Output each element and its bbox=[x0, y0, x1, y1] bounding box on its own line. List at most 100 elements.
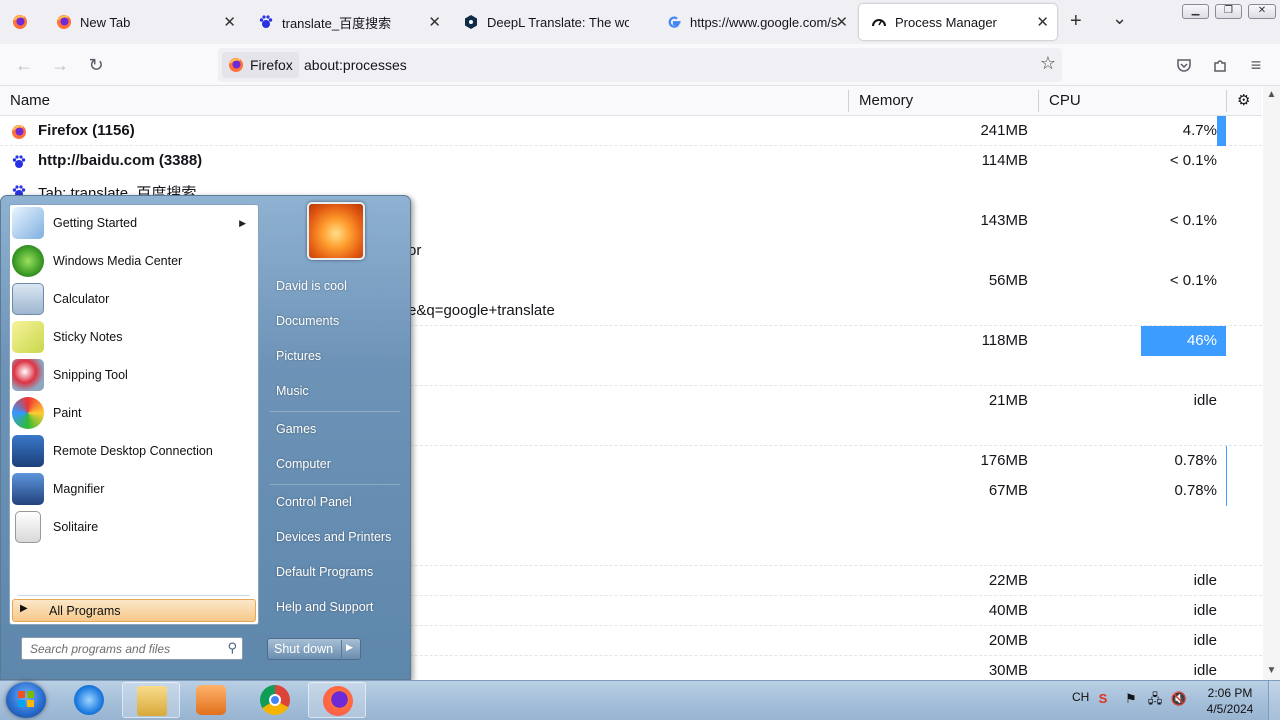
start-link-documents[interactable]: Documents bbox=[276, 314, 339, 328]
action-center-flag-icon[interactable]: ⚑ bbox=[1122, 690, 1140, 708]
start-link-pictures[interactable]: Pictures bbox=[276, 349, 321, 363]
close-window-button[interactable]: ✕ bbox=[1248, 4, 1276, 19]
identity-box[interactable]: Firefox bbox=[222, 52, 299, 78]
tab-new-tab[interactable]: New Tab ✕ bbox=[44, 4, 244, 40]
taskbar-windows-explorer[interactable] bbox=[122, 682, 180, 718]
tab-process-manager[interactable]: Process Manager ✕ bbox=[859, 4, 1057, 40]
start-link-computer[interactable]: Computer bbox=[276, 457, 331, 471]
tab-strip: New Tab ✕ translate_百度搜索 ✕ DeepL Transla… bbox=[0, 0, 1280, 44]
process-memory: 40MB bbox=[988, 602, 1028, 619]
column-divider[interactable] bbox=[1226, 90, 1227, 112]
divider bbox=[270, 484, 400, 485]
program-windows-media-center[interactable]: Windows Media Center bbox=[10, 243, 258, 279]
tab-google[interactable]: https://www.google.com/s ✕ bbox=[654, 4, 854, 40]
close-icon[interactable]: ✕ bbox=[1036, 13, 1049, 31]
start-link-help-support[interactable]: Help and Support bbox=[276, 600, 373, 614]
column-name-header[interactable]: Name bbox=[10, 92, 50, 109]
close-icon[interactable]: ✕ bbox=[835, 13, 848, 31]
extensions-icon[interactable] bbox=[1208, 53, 1232, 77]
start-link-games[interactable]: Games bbox=[276, 422, 316, 436]
pocket-icon[interactable] bbox=[1172, 53, 1196, 77]
divider bbox=[341, 640, 342, 658]
tab-deepl[interactable]: DeepL Translate: The world bbox=[451, 4, 651, 40]
column-divider[interactable] bbox=[1038, 90, 1039, 112]
search-placeholder: Search programs and files bbox=[30, 642, 171, 656]
scroll-down-arrow-icon[interactable]: ▼ bbox=[1265, 664, 1278, 677]
all-programs-label: All Programs bbox=[49, 604, 121, 618]
taskbar-clock[interactable]: 2:06 PM 4/5/2024 bbox=[1198, 685, 1262, 717]
program-snipping-tool[interactable]: Snipping Tool bbox=[10, 357, 258, 393]
process-cpu: idle bbox=[1193, 572, 1217, 589]
scroll-up-arrow-icon[interactable]: ▲ bbox=[1265, 88, 1278, 101]
url-text[interactable]: about:processes bbox=[304, 57, 407, 73]
volume-muted-icon[interactable]: 🔇 bbox=[1170, 690, 1188, 708]
media-center-icon bbox=[12, 245, 44, 277]
process-cpu: idle bbox=[1193, 392, 1217, 409]
program-solitaire[interactable]: Solitaire bbox=[10, 509, 258, 545]
solitaire-icon bbox=[15, 511, 41, 543]
process-memory: 67MB bbox=[988, 482, 1028, 499]
search-programs-input[interactable]: Search programs and files ⚲ bbox=[21, 637, 243, 660]
tab-label: translate_百度搜索 bbox=[282, 15, 392, 31]
language-indicator[interactable]: CH bbox=[1072, 690, 1089, 704]
show-desktop-button[interactable] bbox=[1268, 681, 1280, 720]
address-bar[interactable]: Firefox about:processes ☆ bbox=[218, 48, 1062, 82]
divider bbox=[270, 411, 400, 412]
program-label: Paint bbox=[53, 406, 82, 420]
program-magnifier[interactable]: Magnifier bbox=[10, 471, 258, 507]
taskbar-firefox[interactable] bbox=[308, 682, 366, 718]
forward-arrow-icon[interactable]: → bbox=[48, 53, 72, 77]
minimize-button[interactable]: ▁ bbox=[1182, 4, 1209, 19]
start-link-control-panel[interactable]: Control Panel bbox=[276, 495, 352, 509]
program-remote-desktop-connection[interactable]: Remote Desktop Connection bbox=[10, 433, 258, 469]
shutdown-options-arrow-icon[interactable]: ▶ bbox=[346, 642, 353, 653]
media-player-icon bbox=[196, 685, 226, 715]
tab-baidu[interactable]: translate_百度搜索 ✕ bbox=[246, 4, 449, 40]
menu-icon[interactable]: ≡ bbox=[1244, 53, 1268, 77]
process-name: http://baidu.com (3388) bbox=[38, 152, 203, 169]
taskbar-chrome[interactable] bbox=[246, 682, 304, 718]
windows-explorer-icon bbox=[137, 686, 167, 716]
reload-icon[interactable]: ↻ bbox=[84, 53, 108, 77]
input-method-icon[interactable]: S bbox=[1094, 690, 1112, 708]
network-icon[interactable]: 🖧 bbox=[1146, 690, 1164, 708]
vertical-scrollbar[interactable]: ▲ ▼ bbox=[1263, 86, 1280, 680]
remote-desktop-icon bbox=[12, 435, 44, 467]
process-memory: 22MB bbox=[988, 572, 1028, 589]
start-link-devices-printers[interactable]: Devices and Printers bbox=[276, 530, 391, 544]
back-arrow-icon[interactable]: ← bbox=[12, 53, 36, 77]
column-divider[interactable] bbox=[848, 90, 849, 112]
start-link-user[interactable]: David is cool bbox=[276, 279, 347, 293]
close-icon[interactable]: ✕ bbox=[428, 13, 441, 31]
clock-time: 2:06 PM bbox=[1207, 686, 1253, 700]
settings-gear-icon[interactable]: ⚙ bbox=[1237, 91, 1250, 109]
close-icon[interactable]: ✕ bbox=[223, 13, 236, 31]
new-tab-button[interactable]: + bbox=[1070, 10, 1082, 33]
process-memory: 114MB bbox=[981, 152, 1028, 169]
restore-button[interactable]: ❐ bbox=[1215, 4, 1242, 19]
taskbar-media-player[interactable] bbox=[182, 682, 240, 718]
column-memory-header[interactable]: Memory bbox=[859, 92, 913, 109]
start-link-music[interactable]: Music bbox=[276, 384, 309, 398]
program-label: Solitaire bbox=[53, 520, 99, 534]
program-getting-started[interactable]: Getting Started ▶ bbox=[10, 205, 258, 241]
firefox-view-tab[interactable] bbox=[0, 4, 42, 40]
shutdown-button[interactable]: Shut down ▶ bbox=[267, 638, 361, 660]
tab-list-button[interactable]: ⌄ bbox=[1112, 8, 1127, 29]
windows-start-orb-icon[interactable] bbox=[6, 682, 46, 718]
program-calculator[interactable]: Calculator bbox=[10, 281, 258, 317]
start-link-default-programs[interactable]: Default Programs bbox=[276, 565, 373, 579]
bookmark-star-icon[interactable]: ☆ bbox=[1040, 53, 1056, 74]
program-label: Remote Desktop Connection bbox=[53, 444, 213, 458]
user-avatar[interactable] bbox=[307, 202, 365, 260]
program-paint[interactable]: Paint bbox=[10, 395, 258, 431]
table-row[interactable]: http://baidu.com (3388) 114MB < 0.1% bbox=[0, 146, 1262, 176]
taskbar-internet-explorer[interactable] bbox=[60, 682, 118, 718]
search-icon[interactable]: ⚲ bbox=[227, 640, 237, 656]
column-cpu-header[interactable]: CPU bbox=[1049, 92, 1081, 109]
table-row[interactable]: Firefox (1156) 241MB 4.7% bbox=[0, 116, 1262, 146]
cpu-usage-bar bbox=[1226, 446, 1227, 476]
program-sticky-notes[interactable]: Sticky Notes bbox=[10, 319, 258, 355]
process-cpu: < 0.1% bbox=[1169, 152, 1217, 169]
all-programs-button[interactable]: ▶ All Programs bbox=[12, 599, 256, 622]
